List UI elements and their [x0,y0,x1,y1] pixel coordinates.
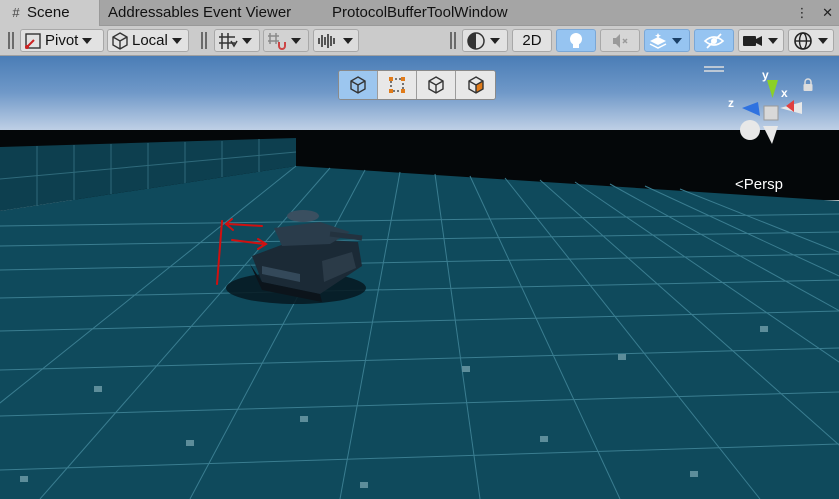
toggle-2d-button[interactable]: 2D [512,29,552,52]
chevron-down-icon [343,37,353,44]
scene-render[interactable] [0,56,839,499]
tab-addressables-label: Addressables Event Viewer [108,4,292,21]
toolbar-grip-handle[interactable] [8,32,14,49]
close-icon[interactable]: ✕ [822,5,833,20]
local-dropdown[interactable]: Local [107,29,189,52]
grid-icon: # [12,5,20,20]
rect-handles-icon [389,77,405,93]
rect-select-button[interactable] [378,71,417,99]
pivot-label: Pivot [45,32,79,49]
chevron-left-icon: < [735,176,744,193]
gizmo-z-neg-cone[interactable] [740,120,760,140]
gizmo-x-label: x [781,86,788,100]
chevron-down-icon [490,37,500,44]
hidden-objects-toggle[interactable] [694,29,734,52]
camera-settings-dropdown[interactable] [738,29,784,52]
audio-mute-icon [613,33,628,48]
shading-mode-dropdown[interactable] [462,29,508,52]
chevron-down-icon [672,37,682,44]
tab-protocol-buffer-label: ProtocolBufferToolWindow [332,4,508,21]
gizmo-center-cube[interactable] [763,105,779,121]
effects-dropdown[interactable] [644,29,690,52]
audio-waveform-icon [318,33,335,48]
grid-snap-icon [219,32,238,49]
light-bulb-icon [570,32,582,48]
gizmos-dropdown[interactable] [788,29,834,52]
gizmo-y-label: y [762,68,769,82]
gizmo-z-cone[interactable] [742,102,760,116]
effects-layers-icon [649,32,667,49]
gizmo-z-label: z [728,96,734,110]
gizmo-y-cone[interactable] [767,80,778,98]
tab-addressables-event-viewer[interactable]: Addressables Event Viewer [108,0,291,25]
cube-outline-icon [428,76,444,94]
tab-scene-label: Scene [27,4,70,21]
box-outline-button[interactable] [417,71,456,99]
projection-label: Persp [743,176,783,193]
chevron-down-icon [171,37,182,44]
toolbar-grip-handle[interactable] [201,32,207,49]
window-controls: ⋮ ✕ [785,0,833,25]
cube-solid-icon [467,76,484,94]
eye-hidden-icon [703,32,725,49]
view-tool-bar [338,70,496,100]
toolbar-grip-handle[interactable] [450,32,456,49]
scene-audio-toggle[interactable] [600,29,640,52]
camera-icon [743,35,762,46]
more-options-icon[interactable]: ⋮ [795,5,808,20]
chevron-down-icon [82,37,93,44]
gizmo-y-neg-cone[interactable] [763,126,778,144]
mode-2d-label: 2D [522,32,542,49]
tab-scene[interactable]: # Scene [0,0,100,26]
scene-toolbar: Pivot Local 2D [0,26,839,56]
view-cube-button[interactable] [339,71,378,99]
tab-protocol-buffer-tool[interactable]: ProtocolBufferToolWindow [332,0,508,25]
chevron-down-icon [291,37,301,44]
tab-bar: # Scene Addressables Event Viewer Protoco… [0,0,839,26]
projection-toggle[interactable]: <Persp [735,176,783,193]
chevron-down-icon [818,37,828,44]
scene-lighting-toggle[interactable] [556,29,596,52]
chevron-down-icon [242,37,252,44]
toolbar-settings-dropdown[interactable] [313,29,359,52]
increment-snap-dropdown[interactable] [263,29,309,52]
grid-snapping-dropdown[interactable] [214,29,260,52]
pivot-dropdown[interactable]: Pivot [20,29,104,52]
shading-sphere-icon [467,31,485,50]
magnet-snap-icon [268,32,286,50]
chevron-down-icon [768,37,778,44]
orientation-gizmo[interactable]: y x z [720,68,820,170]
local-label: Local [132,32,168,49]
gizmos-globe-icon [794,31,812,50]
scene-viewport[interactable]: y x z <Persp [0,56,839,499]
pivot-icon [25,32,41,49]
box-solid-button[interactable] [456,71,495,99]
cube-wireframe-icon [350,76,366,94]
local-cube-icon [112,31,128,50]
